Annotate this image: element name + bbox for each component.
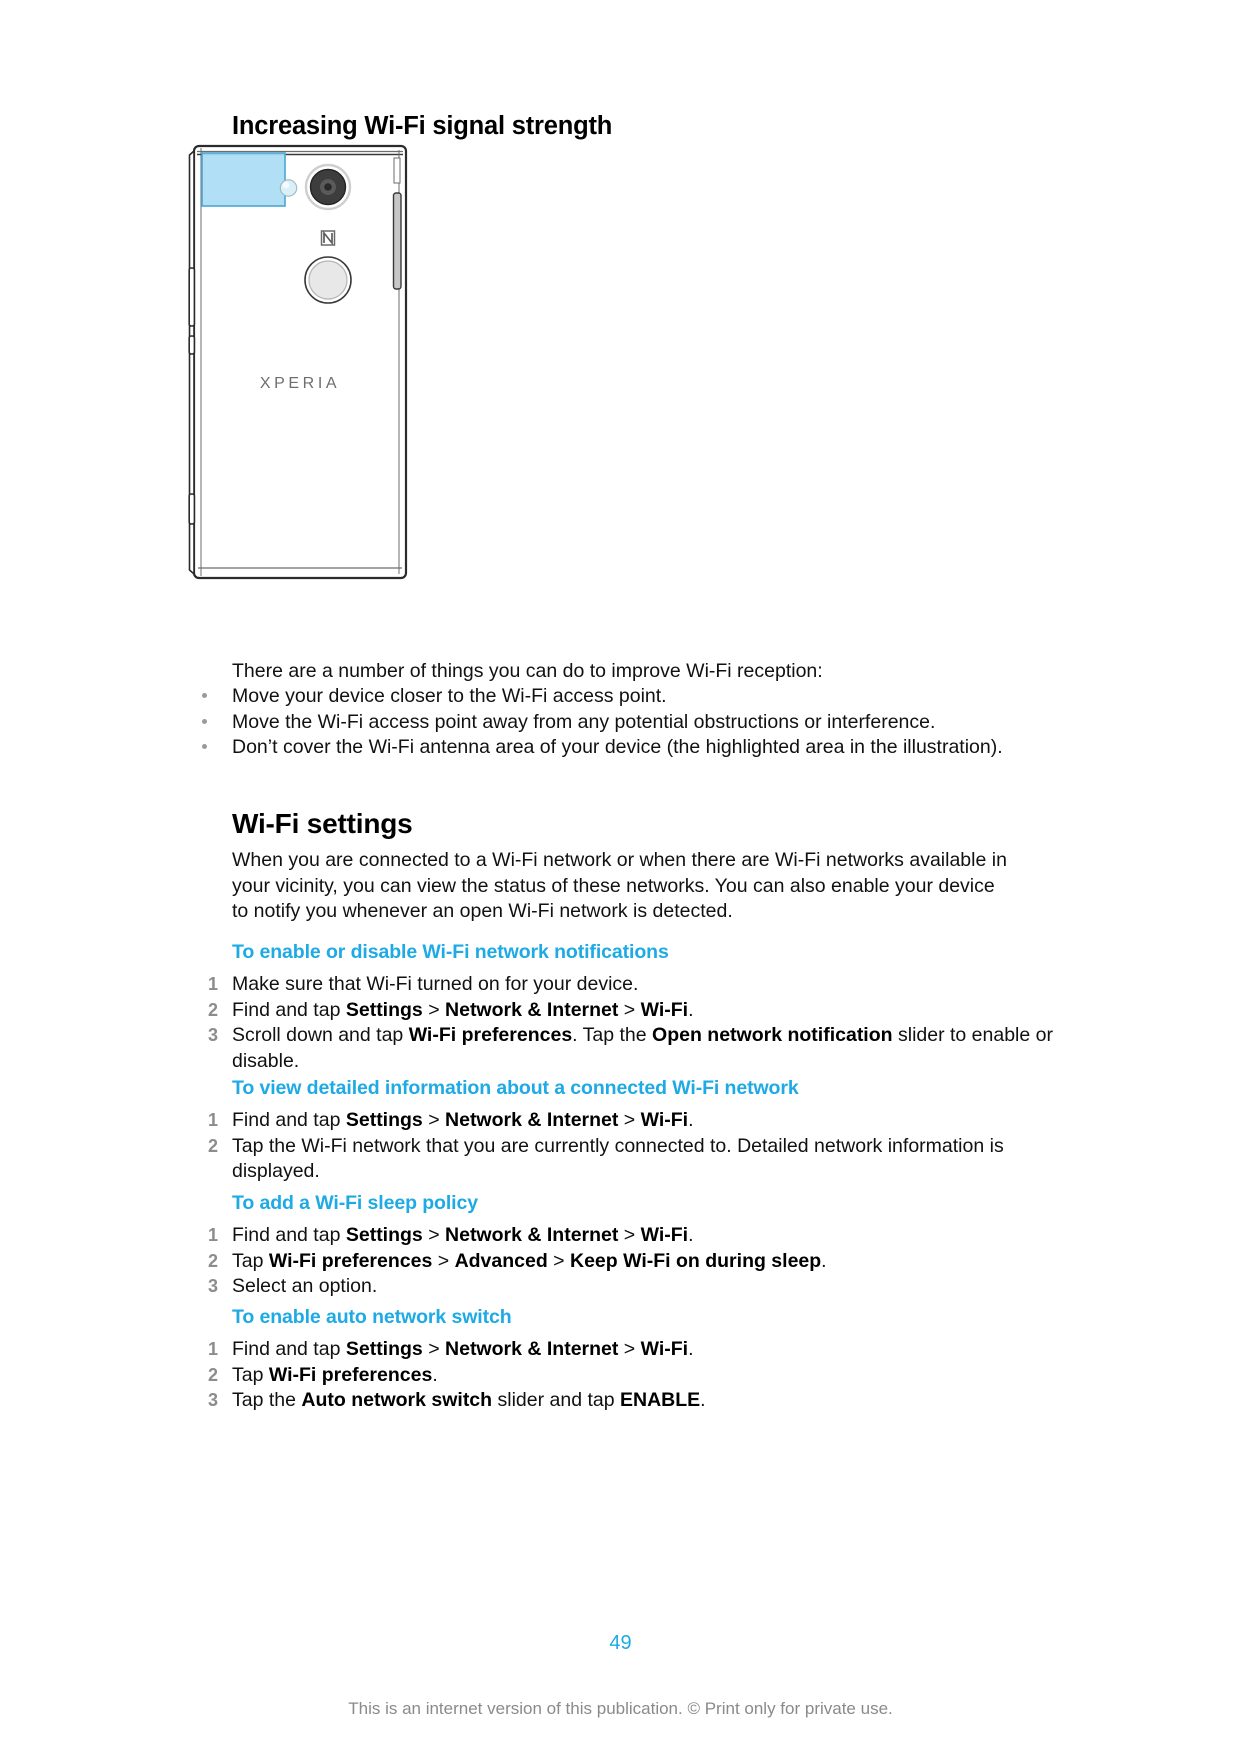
xperia-brand-label: XPERIA — [260, 375, 340, 392]
list-item: 3 Scroll down and tap Wi-Fi preferences. … — [196, 1023, 1086, 1074]
list-item: Don’t cover the Wi-Fi antenna area of yo… — [196, 735, 1076, 761]
phone-illustration: XPERIA — [188, 140, 412, 585]
list-item-text: Move the Wi-Fi access point away from an… — [232, 710, 936, 733]
step-text: Find and tap Settings > Network & Intern… — [232, 1109, 694, 1131]
list-item-text: Don’t cover the Wi-Fi antenna area of yo… — [232, 736, 1003, 758]
step-number: 1 — [207, 1110, 218, 1130]
page-title: Increasing Wi-Fi signal strength — [232, 112, 613, 140]
step-text: Find and tap Settings > Network & Intern… — [232, 1338, 694, 1360]
intro-text: There are a number of things you can do … — [232, 660, 823, 682]
bullet-dot-icon — [202, 693, 207, 698]
step-text: Tap the Wi-Fi network that you are curre… — [232, 1134, 1004, 1183]
list-item: 2 Tap Wi-Fi preferences > Advanced > Keep… — [196, 1249, 1086, 1275]
procedure-heading: To view detailed information about a con… — [232, 1077, 799, 1099]
step-text: Find and tap Settings > Network & Intern… — [232, 998, 694, 1021]
step-number: 2 — [207, 999, 218, 1020]
step-number: 3 — [207, 1276, 218, 1296]
list-item: 1 Find and tap Settings > Network & Inter… — [196, 1337, 1086, 1363]
camera-lens-icon — [304, 163, 352, 211]
list-item: 1 Find and tap Settings > Network & Inter… — [196, 1108, 1086, 1134]
procedure-step-list: 1 Find and tap Settings > Network & Inter… — [196, 1223, 1086, 1300]
procedure-step-list: 1 Find and tap Settings > Network & Inter… — [196, 1337, 1086, 1414]
step-text: Tap the Auto network switch slider and t… — [232, 1389, 706, 1411]
step-number: 1 — [207, 1339, 218, 1359]
wifi-settings-paragraph: When you are connected to a Wi-Fi networ… — [232, 849, 1007, 922]
list-item: 2 Find and tap Settings > Network & Inter… — [196, 998, 1086, 1024]
step-number: 3 — [207, 1025, 218, 1045]
procedure-heading: To add a Wi-Fi sleep policy — [232, 1192, 478, 1214]
list-item: 3 Select an option. — [196, 1274, 1086, 1300]
step-text: Find and tap Settings > Network & Intern… — [232, 1224, 694, 1246]
step-number: 2 — [207, 1135, 218, 1156]
tips-bullet-list: Move your device closer to the Wi-Fi acc… — [196, 684, 1076, 761]
procedure-heading: To enable auto network switch — [232, 1306, 512, 1328]
step-number: 2 — [207, 1364, 218, 1385]
bullet-dot-icon — [202, 744, 207, 749]
step-number: 1 — [207, 974, 218, 994]
list-item: 3 Tap the Auto network switch slider and … — [196, 1388, 1086, 1414]
step-text: Tap Wi-Fi preferences. — [232, 1363, 438, 1386]
step-number: 2 — [207, 1250, 218, 1271]
list-item: Move the Wi-Fi access point away from an… — [196, 710, 1076, 736]
list-item: 1 Make sure that Wi-Fi turned on for your… — [196, 972, 1086, 998]
list-item: 1 Find and tap Settings > Network & Inter… — [196, 1223, 1086, 1249]
page-number: 49 — [609, 1632, 632, 1654]
step-number: 3 — [207, 1390, 218, 1410]
step-text: Select an option. — [232, 1275, 378, 1297]
step-text: Tap Wi-Fi preferences > Advanced > Keep … — [232, 1249, 827, 1272]
fingerprint-sensor-icon — [304, 256, 352, 304]
manual-page: Increasing Wi-Fi signal strength XPERIA … — [0, 0, 1241, 1754]
step-text: Make sure that Wi-Fi turned on for your … — [232, 973, 639, 995]
wifi-antenna-highlight-area — [201, 152, 286, 207]
step-text: Scroll down and tap Wi-Fi preferences. T… — [232, 1024, 1053, 1072]
procedure-step-list: 1 Make sure that Wi-Fi turned on for your… — [196, 972, 1086, 1074]
list-item: 2 Tap Wi-Fi preferences. — [196, 1363, 1086, 1389]
step-number: 1 — [207, 1225, 218, 1245]
procedure-step-list: 1 Find and tap Settings > Network & Inter… — [196, 1108, 1086, 1185]
list-item-text: Move your device closer to the Wi-Fi acc… — [232, 685, 667, 707]
wifi-settings-heading: Wi-Fi settings — [232, 808, 413, 839]
footer-disclaimer: This is an internet version of this publ… — [348, 1699, 893, 1718]
bullet-dot-icon — [202, 718, 207, 724]
phone-body — [188, 144, 408, 580]
procedure-heading: To enable or disable Wi-Fi network notif… — [232, 941, 669, 963]
list-item: 2 Tap the Wi-Fi network that you are curr… — [196, 1134, 1086, 1185]
camera-flash-icon — [279, 179, 298, 197]
phone-right-band — [392, 157, 402, 290]
list-item: Move your device closer to the Wi-Fi acc… — [196, 684, 1076, 710]
